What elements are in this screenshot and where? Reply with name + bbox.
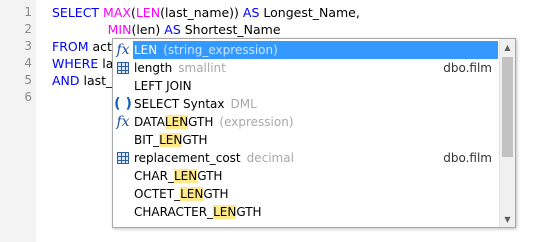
suggestion-description: DML [230, 97, 257, 111]
function-icon: fx [116, 114, 130, 130]
suggestion-schema: dbo.film [443, 151, 492, 165]
line-number-gutter: 1 2 3 4 5 6 [0, 0, 36, 242]
line-number: 1 [24, 5, 32, 19]
suggestion-label: LEFT JOIN [134, 78, 192, 94]
match-highlight: LEN [213, 205, 237, 219]
suggestion-label: SELECT Syntax DML [134, 96, 257, 112]
suggestion-label: length smallint [134, 60, 226, 76]
suggestion-item[interactable]: fx DATALENGTH (expression) [113, 113, 498, 131]
code-token: (last_name)) [160, 5, 243, 20]
label-text: LEFT JOIN [134, 79, 192, 93]
sql-keyword: AS [242, 5, 264, 20]
code-line[interactable]: WHERE la [52, 55, 113, 72]
popup-scrollbar[interactable]: ▲ ▼ [499, 39, 515, 227]
table-column-icon [115, 150, 131, 166]
parentheses-icon: ( ) [114, 96, 132, 112]
label-text: CHAR_ [134, 169, 174, 183]
suggestion-description: (expression) [219, 115, 294, 129]
label-text: GTH [188, 115, 214, 129]
suggestion-description: decimal [246, 151, 294, 165]
sql-keyword: AND [52, 73, 84, 88]
function-icon: fx [116, 42, 130, 58]
sql-function: MAX [103, 5, 131, 20]
sql-function: LEN [135, 5, 161, 20]
line-number: 2 [24, 22, 32, 36]
code-line[interactable]: SELECT MAX(LEN(last_name)) AS Longest_Na… [52, 4, 360, 21]
label-text: length [134, 61, 173, 75]
sql-keyword: SELECT [52, 5, 104, 20]
label-text: GTH [236, 205, 262, 219]
suggestion-item[interactable]: LEFT JOIN [113, 77, 498, 95]
autocomplete-popup: fx LEN (string_expression)length smallint db… [112, 38, 516, 228]
suggestion-item[interactable]: fx LEN (string_expression) [113, 41, 498, 59]
label-text: SELECT Syntax [134, 97, 225, 111]
code-token: Longest_Name, [263, 5, 360, 20]
suggestion-description: (string_expression) [163, 43, 278, 57]
line-number: 5 [24, 73, 32, 87]
line-number: 6 [24, 90, 32, 104]
label-text: BIT_ [134, 133, 160, 147]
suggestion-label: BIT_LENGTH [134, 132, 208, 148]
suggestion-item[interactable]: replacement_cost decimal dbo.film [113, 149, 498, 167]
line-number: 4 [24, 56, 32, 70]
match-highlight: LEN [180, 187, 204, 201]
suggestion-label: CHARACTER_LENGTH [134, 204, 262, 220]
match-highlight: LEN [159, 133, 183, 147]
sql-keyword: AS [164, 22, 185, 37]
suggestion-label: LEN (string_expression) [134, 42, 278, 58]
label-text: OCTET_ [134, 187, 181, 201]
label-text: GTH [203, 187, 229, 201]
match-highlight: LEN [164, 115, 189, 129]
suggestion-label: CHAR_LENGTH [134, 168, 222, 184]
label-text: GTH [182, 133, 208, 147]
code-line[interactable]: AND last_ [52, 72, 112, 89]
suggestion-item[interactable]: OCTET_LENGTH [113, 185, 498, 203]
line-number: 3 [24, 39, 32, 53]
label-text: GTH [197, 169, 223, 183]
code-token: last_ [83, 73, 113, 88]
suggestion-schema: dbo.film [443, 61, 492, 75]
table-column-icon [115, 60, 131, 76]
suggestion-item[interactable]: length smallint dbo.film [113, 59, 498, 77]
code-token: (len) [131, 22, 165, 37]
sql-function: MIN [107, 22, 132, 37]
code-line[interactable]: FROM act [52, 38, 112, 55]
scroll-down-arrow-icon[interactable]: ▼ [500, 211, 515, 227]
suggestion-label: replacement_cost decimal [134, 150, 294, 166]
match-highlight: LEN [134, 43, 158, 57]
suggestion-item[interactable]: CHARACTER_LENGTH [113, 203, 498, 221]
code-token: act [92, 39, 112, 54]
code-line[interactable]: MIN(len) AS Shortest_Name [52, 21, 281, 38]
suggestion-label: DATALENGTH (expression) [134, 114, 294, 130]
label-text: DATA [134, 115, 165, 129]
suggestion-item[interactable]: ( ) SELECT Syntax DML [113, 95, 498, 113]
suggestion-label: OCTET_LENGTH [134, 186, 229, 202]
code-token: Shortest_Name [184, 22, 281, 37]
suggestion-description: smallint [178, 61, 226, 75]
scroll-thumb[interactable] [502, 57, 513, 157]
label-text: replacement_cost [134, 151, 241, 165]
suggestion-item[interactable]: BIT_LENGTH [113, 131, 498, 149]
sql-keyword: WHERE [52, 56, 103, 71]
label-text: CHARACTER_ [134, 205, 214, 219]
scroll-up-arrow-icon[interactable]: ▲ [500, 39, 515, 55]
suggestion-item[interactable]: CHAR_LENGTH [113, 167, 498, 185]
match-highlight: LEN [173, 169, 198, 183]
sql-keyword: FROM [52, 39, 93, 54]
